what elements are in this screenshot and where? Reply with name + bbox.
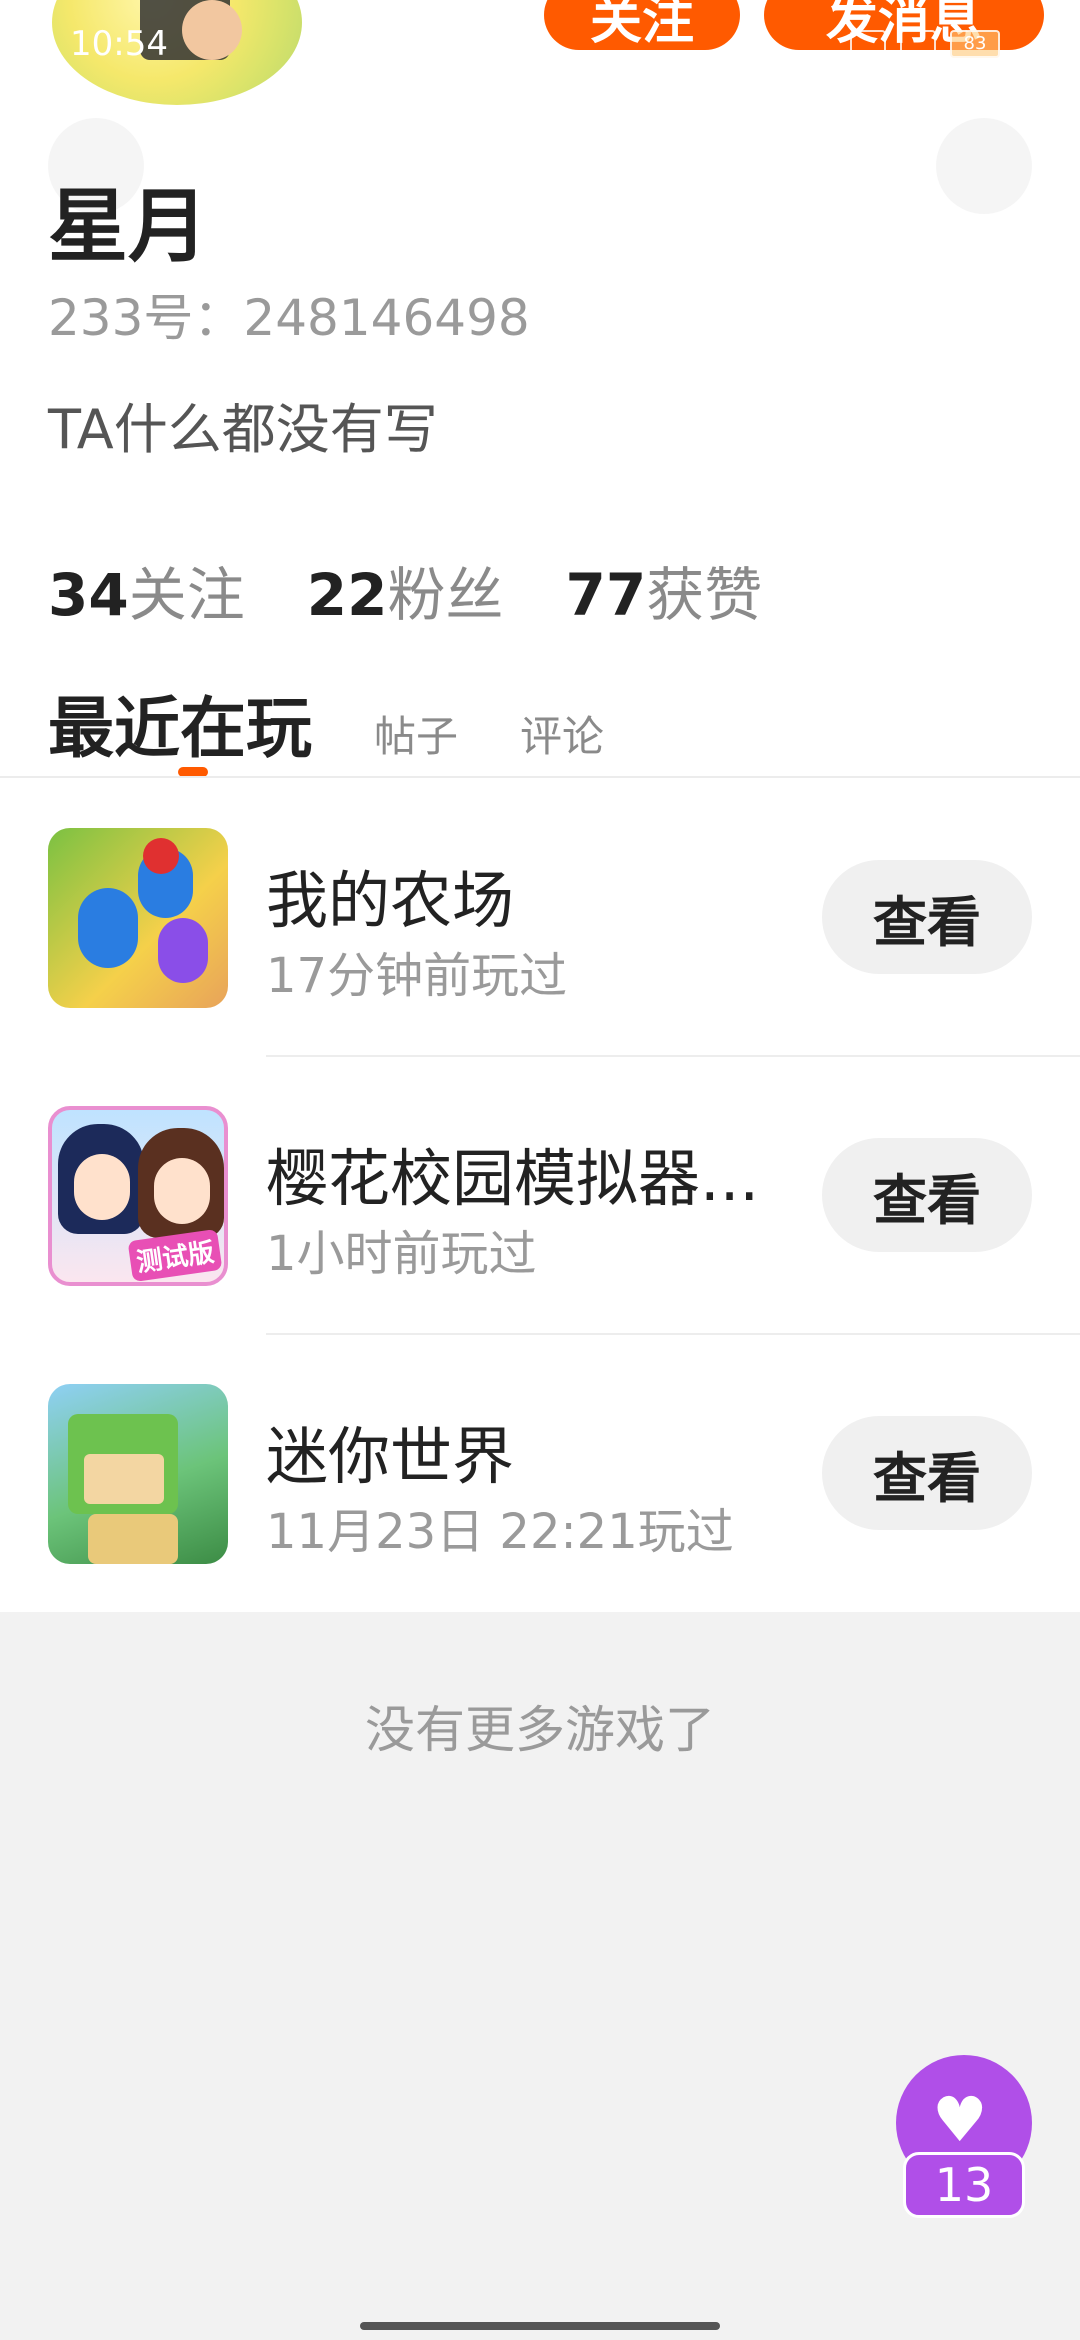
view-game-button[interactable]: 查看 [822, 860, 1032, 974]
game-played-time: 11月23日 22:21玩过 [266, 1504, 734, 1560]
game-played-time: 17分钟前玩过 [266, 948, 568, 1004]
game-played-time: 1小时前玩过 [266, 1226, 537, 1282]
battery-icon: 83 [950, 30, 1000, 58]
status-icons: 83 [850, 30, 1000, 58]
wifi-icon [850, 30, 886, 58]
stat-likes-num: 77 [565, 561, 647, 629]
mini-world-icon [48, 1384, 228, 1564]
signal-icon [900, 30, 936, 58]
heart-icon: ♥ [932, 2083, 988, 2156]
stat-following-num: 34 [48, 561, 129, 629]
like-count-badge: 13 [903, 2152, 1025, 2218]
stat-likes[interactable]: 77 获赞 [565, 548, 762, 632]
more-button[interactable] [936, 118, 1032, 214]
stat-fans-label: 粉丝 [387, 561, 504, 629]
view-game-button[interactable]: 查看 [822, 1138, 1032, 1252]
home-indicator[interactable] [360, 2322, 720, 2330]
stat-following-label: 关注 [128, 561, 245, 629]
farm-game-icon [48, 828, 228, 1008]
profile-name: 星月 [48, 180, 208, 273]
tab-recent-played[interactable]: 最近在玩 [48, 675, 312, 777]
tab-posts[interactable]: 帖子 [374, 703, 458, 764]
game-title: 迷你世界 [266, 1420, 515, 1493]
stat-fans[interactable]: 22 粉丝 [307, 548, 504, 632]
stat-fans-num: 22 [306, 561, 388, 629]
profile-uid: 233号：248146498 [48, 289, 530, 347]
sakura-school-icon: 测试版 [48, 1106, 228, 1286]
stat-likes-label: 获赞 [646, 561, 763, 629]
game-row[interactable]: 我的农场 17分钟前玩过 查看 [0, 778, 1080, 1056]
no-more-games-text: 没有更多游戏了 [365, 1701, 715, 1759]
profile-tabs: 最近在玩 帖子 评论 [48, 675, 604, 777]
follow-button[interactable]: 关注 [544, 0, 740, 51]
test-version-badge: 测试版 [127, 1228, 223, 1282]
game-row[interactable]: 测试版 樱花校园模拟器... 1小时前玩过 查看 [0, 1056, 1080, 1334]
stat-following[interactable]: 34 关注 [48, 548, 245, 632]
status-time: 10:54 [70, 24, 168, 64]
profile-stats: 34 关注 22 粉丝 77 获赞 [48, 548, 762, 632]
game-title: 樱花校园模拟器... [266, 1142, 760, 1215]
profile-bio: TA什么都没有写 [48, 398, 438, 461]
game-row[interactable]: 迷你世界 11月23日 22:21玩过 查看 [0, 1334, 1080, 1612]
view-game-button[interactable]: 查看 [822, 1416, 1032, 1530]
tab-comments[interactable]: 评论 [520, 703, 604, 764]
game-title: 我的农场 [266, 864, 515, 937]
